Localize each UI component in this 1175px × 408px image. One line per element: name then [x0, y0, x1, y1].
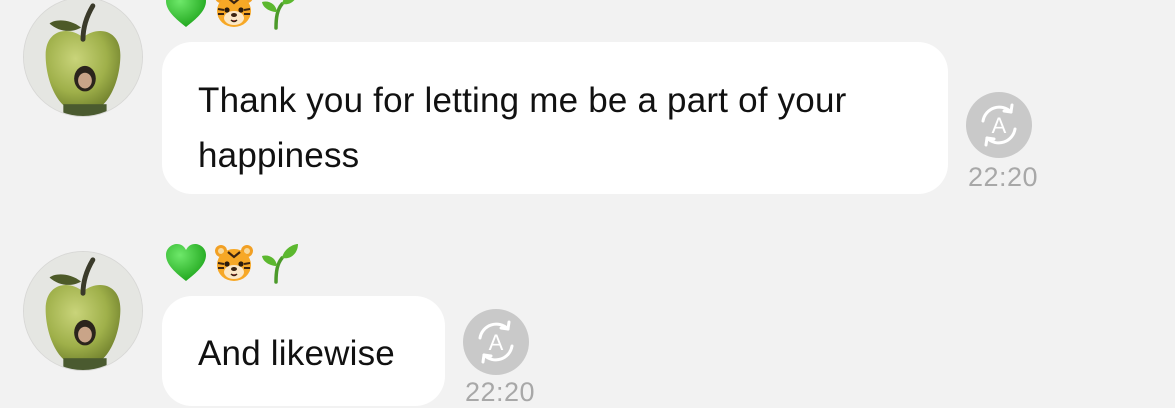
apple-avatar-image	[24, 252, 142, 370]
svg-text:A: A	[489, 330, 504, 355]
green-heart-icon	[164, 243, 208, 283]
translate-icon: A	[463, 309, 529, 375]
message-row: And likewise A 22:20	[0, 0, 1175, 407]
translate-button[interactable]: A	[463, 309, 529, 375]
message-text: And likewise	[198, 334, 395, 373]
reaction-emojis	[164, 240, 300, 286]
avatar[interactable]	[23, 251, 143, 371]
message-bubble[interactable]: And likewise	[162, 296, 445, 406]
seedling-icon	[260, 242, 300, 284]
message-time: 22:20	[465, 377, 536, 407]
tiger-face-icon	[214, 243, 254, 283]
